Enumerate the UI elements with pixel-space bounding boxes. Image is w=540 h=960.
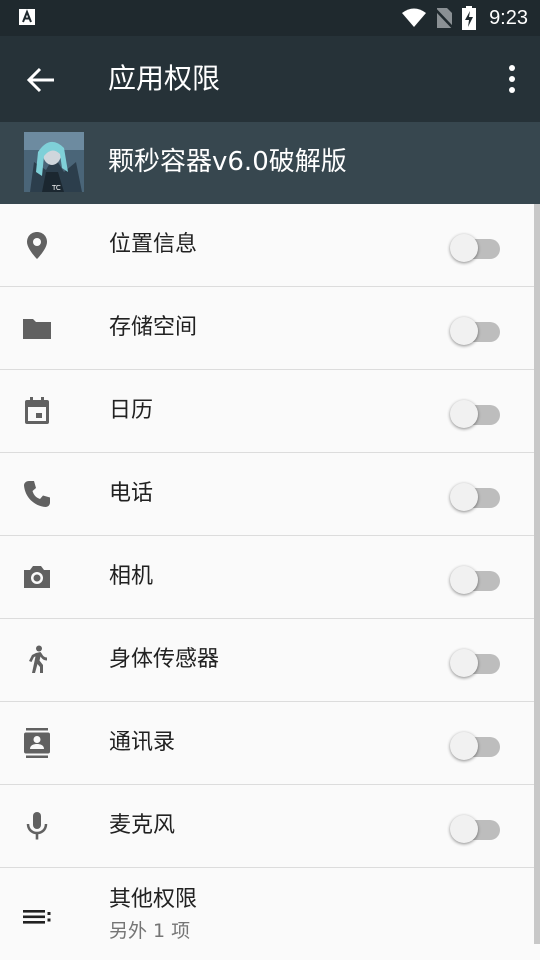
- permission-list: 位置信息 存储空间 日历 电话 相机 身体传感器 通讯录 麦克风 其他权限 另外…: [0, 204, 540, 960]
- permission-label: 电话: [109, 481, 154, 506]
- camera-toggle[interactable]: [450, 563, 502, 594]
- body-sensors-toggle[interactable]: [450, 646, 502, 677]
- wifi-icon: [402, 8, 427, 27]
- permission-label: 通讯录: [109, 730, 176, 755]
- location-icon: [27, 232, 47, 259]
- svg-text:TC: TC: [51, 184, 61, 192]
- toggle-thumb: [450, 649, 478, 677]
- toggle-thumb: [450, 483, 478, 511]
- storage-toggle[interactable]: [450, 314, 502, 345]
- mic-icon: [26, 812, 48, 840]
- permission-row-storage[interactable]: 存储空间: [0, 287, 540, 370]
- permission-label: 麦克风: [109, 813, 176, 838]
- clock: 9:23: [489, 6, 528, 29]
- permission-label: 位置信息: [109, 232, 198, 257]
- permission-label: 其他权限: [109, 887, 198, 912]
- permission-row-camera[interactable]: 相机: [0, 536, 540, 619]
- walk-icon: [29, 645, 47, 673]
- permission-row-body-sensors[interactable]: 身体传感器: [0, 619, 540, 702]
- toggle-thumb: [450, 815, 478, 843]
- permission-row-location[interactable]: 位置信息: [0, 204, 540, 287]
- calendar-toggle[interactable]: [450, 397, 502, 428]
- notification-a-icon: [19, 9, 35, 25]
- location-toggle[interactable]: [450, 231, 502, 262]
- permission-row-microphone[interactable]: 麦克风: [0, 785, 540, 868]
- app-name: 颗秒容器v6.0破解版: [108, 147, 347, 177]
- back-arrow-icon[interactable]: [26, 65, 56, 95]
- toggle-thumb: [450, 732, 478, 760]
- no-sim-icon: [435, 8, 454, 29]
- scrollbar[interactable]: [534, 204, 540, 944]
- permission-sublabel: 另外 1 项: [109, 920, 191, 942]
- permission-row-contacts[interactable]: 通讯录: [0, 702, 540, 785]
- battery-charging-icon: [462, 6, 477, 30]
- app-header: TC 颗秒容器v6.0破解版: [0, 122, 540, 204]
- toolbar: 应用权限: [0, 36, 540, 122]
- permission-row-other[interactable]: 其他权限 另外 1 项: [0, 868, 540, 951]
- contacts-toggle[interactable]: [450, 729, 502, 760]
- more-options-icon[interactable]: [506, 63, 518, 95]
- microphone-toggle[interactable]: [450, 812, 502, 843]
- folder-icon: [23, 319, 51, 339]
- camera-icon: [24, 566, 50, 588]
- permission-label: 相机: [109, 564, 154, 589]
- list-icon: [23, 910, 51, 924]
- app-icon: TC: [24, 132, 84, 192]
- toggle-thumb: [450, 566, 478, 594]
- permission-row-calendar[interactable]: 日历: [0, 370, 540, 453]
- permission-label: 日历: [109, 398, 154, 423]
- phone-toggle[interactable]: [450, 480, 502, 511]
- permission-label: 身体传感器: [109, 647, 220, 672]
- page-title: 应用权限: [108, 62, 221, 95]
- calendar-icon: [25, 397, 49, 424]
- status-icons: 9:23: [401, 6, 528, 30]
- toggle-thumb: [450, 317, 478, 345]
- permission-row-phone[interactable]: 电话: [0, 453, 540, 536]
- toggle-thumb: [450, 400, 478, 428]
- phone-icon: [24, 481, 50, 507]
- toggle-thumb: [450, 234, 478, 262]
- status-bar: 9:23: [0, 0, 540, 36]
- contacts-icon: [24, 728, 50, 758]
- permission-label: 存储空间: [109, 315, 198, 340]
